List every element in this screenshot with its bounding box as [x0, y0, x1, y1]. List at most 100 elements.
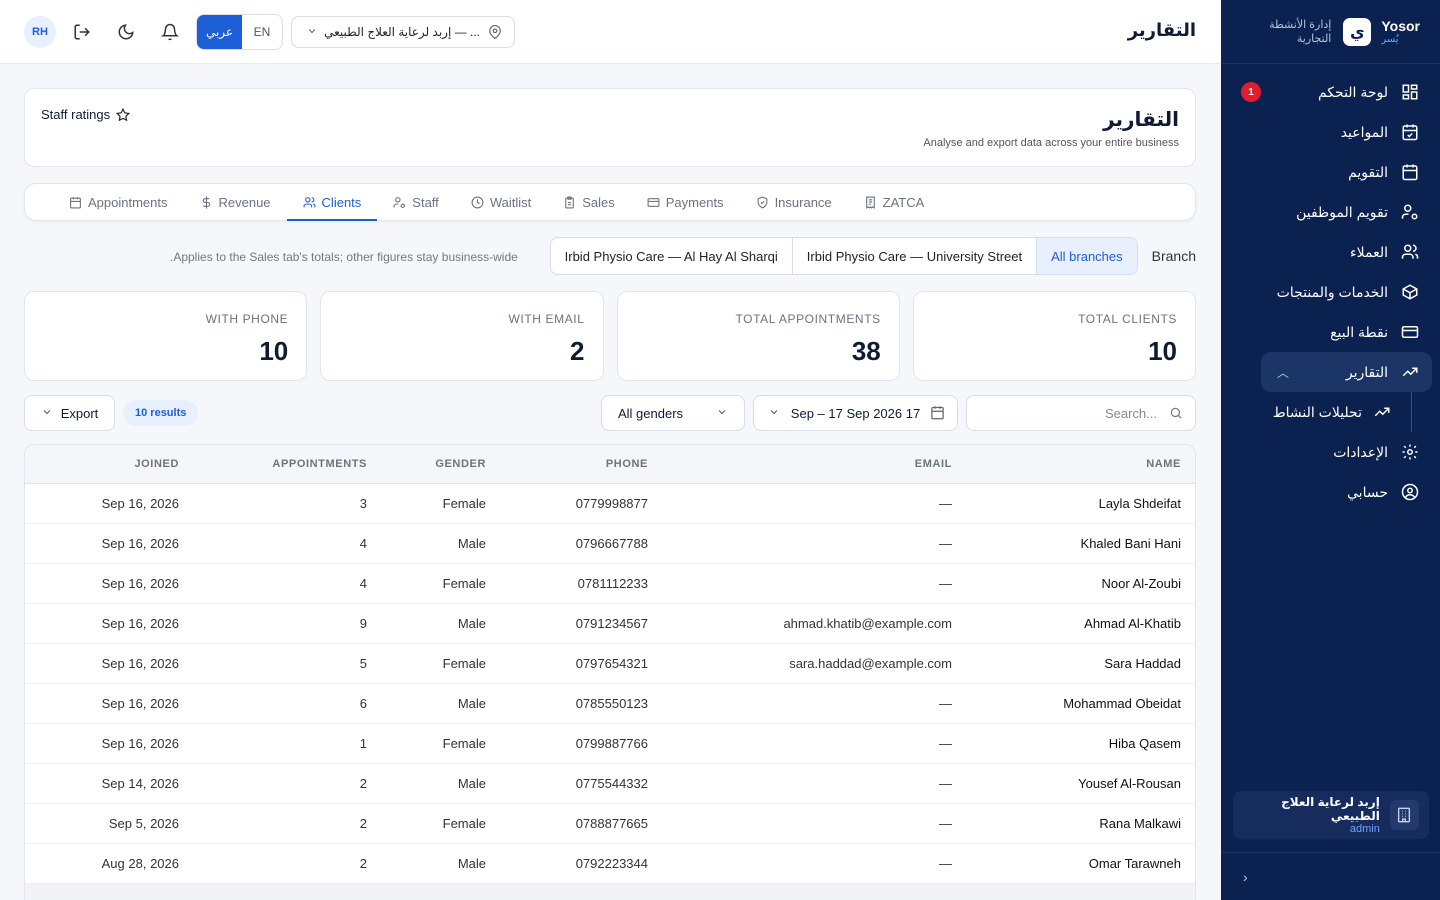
credit-card-icon	[647, 196, 660, 209]
moon-icon[interactable]	[114, 20, 138, 44]
search-input[interactable]	[977, 396, 1157, 430]
cell-appointments: 2	[193, 803, 381, 844]
totals-cell	[662, 883, 966, 900]
page-title: التقارير	[1127, 20, 1196, 40]
column-header-joined[interactable]: JOINED	[25, 445, 193, 484]
branch-card[interactable]: إربد لرعاية العلاج الطبيعي admin	[1233, 791, 1429, 839]
table-row[interactable]: Sep 5, 2026 2 Female 0788877665 — Rana M…	[25, 803, 1195, 844]
tab-appointments[interactable]: Appointments	[53, 184, 184, 220]
sidebar-item-appointments[interactable]: المواعيد	[1221, 112, 1440, 152]
sidebar-subitem-analytics[interactable]: تحليلات النشاط	[1221, 392, 1440, 432]
branch-info: إربد لرعاية العلاج الطبيعي admin	[1233, 795, 1380, 835]
cell-appointments: 4	[193, 523, 381, 564]
cell-email: —	[662, 563, 966, 604]
sidebar-item-staff-calendar[interactable]: تقويم الموظفين	[1221, 192, 1440, 232]
tab-label: Waitlist	[489, 194, 532, 210]
table-row[interactable]: Sep 16, 2026 3 Female 0779998877 — Layla…	[25, 483, 1195, 524]
staff-ratings-button[interactable]: Staff ratings	[41, 107, 131, 122]
brand-description: إدارة الأنشطة التجارية	[1269, 18, 1332, 45]
cell-appointments: 2	[193, 763, 381, 804]
stat-card-with-email: WITH EMAIL 2	[320, 291, 604, 381]
sidebar-item-account[interactable]: حسابي	[1221, 472, 1440, 512]
sidebar-item-label: التقويم	[1348, 163, 1388, 180]
totals-cell	[25, 883, 193, 900]
lang-english-button[interactable]: EN	[242, 15, 282, 49]
sidebar-item-calendar[interactable]: التقويم	[1221, 152, 1440, 192]
logout-icon[interactable]	[70, 20, 94, 44]
tab-clients[interactable]: Clients	[286, 184, 378, 221]
cell-name: Noor Al-Zoubi	[966, 563, 1195, 604]
tab-insurance[interactable]: Insurance	[740, 184, 848, 220]
tab-payments[interactable]: Payments	[631, 184, 740, 220]
cell-joined: Aug 28, 2026	[25, 843, 193, 884]
sidebar-item-pos[interactable]: نقطة البيع	[1221, 312, 1440, 352]
credit-card-icon	[1400, 322, 1420, 342]
branch-select[interactable]: إربد لرعاية العلاج الطبيعي — ...	[291, 16, 515, 48]
box-icon	[1400, 282, 1420, 302]
tab-label: Payments	[665, 194, 724, 210]
column-header-email[interactable]: EMAIL	[662, 445, 966, 484]
sidebar-item-label: تقويم الموظفين	[1296, 203, 1388, 220]
tab-label: Revenue	[218, 194, 271, 210]
export-label: Export	[60, 405, 99, 421]
tab-staff[interactable]: Staff	[377, 184, 455, 220]
cell-email: —	[662, 843, 966, 884]
column-header-appointments[interactable]: APPOINTMENTS	[193, 445, 381, 484]
cell-joined: Sep 16, 2026	[25, 563, 193, 604]
cell-joined: Sep 5, 2026	[25, 803, 193, 844]
filters-bar: Export 10 results All genders Sep – 17 S…	[24, 395, 1196, 431]
table-row[interactable]: Sep 16, 2026 4 Male 0796667788 — Khaled …	[25, 523, 1195, 564]
tab-label: Insurance	[774, 194, 832, 210]
table-row[interactable]: Aug 28, 2026 2 Male 0792223344 — Omar Ta…	[25, 843, 1195, 884]
branch-option-university[interactable]: Irbid Physio Care — University Street	[791, 238, 1036, 274]
cell-phone: 0796667788	[500, 523, 662, 564]
stat-value: 10	[1148, 336, 1177, 366]
stat-card-total-appointments: TOTAL APPOINTMENTS 38	[616, 291, 900, 381]
sidebar-item-dashboard[interactable]: 1 لوحة التحكم	[1221, 72, 1440, 112]
export-button[interactable]: Export	[24, 395, 115, 431]
table-row[interactable]: Sep 16, 2026 5 Female 0797654321 sara.ha…	[25, 643, 1195, 684]
staff-ratings-label: Staff ratings	[41, 107, 111, 122]
avatar[interactable]: RH	[24, 16, 56, 48]
cell-phone: 0797654321	[500, 643, 662, 684]
gender-select[interactable]: All genders	[601, 395, 745, 431]
sidebar-item-reports[interactable]: ︿ التقارير	[1261, 352, 1432, 392]
map-pin-icon	[488, 25, 502, 39]
branch-option-all[interactable]: All branches	[1036, 238, 1137, 274]
calendar-icon	[930, 405, 945, 420]
cell-gender: Female	[381, 563, 500, 604]
date-range-picker[interactable]: Sep – 17 Sep 2026 17	[753, 395, 958, 431]
bell-icon[interactable]	[158, 20, 182, 44]
tab-waitlist[interactable]: Waitlist	[455, 184, 547, 220]
table-row[interactable]: Sep 14, 2026 2 Male 0775544332 — Yousef …	[25, 763, 1195, 804]
branch-option-al-hay[interactable]: Irbid Physio Care — Al Hay Al Sharqi	[551, 238, 792, 274]
column-header-name[interactable]: NAME	[966, 445, 1195, 484]
cell-joined: Sep 16, 2026	[25, 523, 193, 564]
cell-phone: 0792223344	[500, 843, 662, 884]
table-row[interactable]: Sep 16, 2026 1 Female 0799887766 — Hiba …	[25, 723, 1195, 764]
table-row[interactable]: Sep 16, 2026 9 Male 0791234567 ahmad.kha…	[25, 603, 1195, 644]
table-row[interactable]: Sep 16, 2026 6 Male 0785550123 — Mohamma…	[25, 683, 1195, 724]
notification-badge: 1	[1241, 82, 1261, 102]
chevron-up-icon[interactable]: ︿	[1277, 364, 1289, 381]
tab-revenue[interactable]: Revenue	[184, 184, 287, 220]
sidebar-item-clients[interactable]: العملاء	[1221, 232, 1440, 272]
column-header-gender[interactable]: GENDER	[381, 445, 500, 484]
branch-filter-label: Branch	[1151, 248, 1196, 264]
cell-email: —	[662, 483, 966, 524]
cell-gender: Male	[381, 843, 500, 884]
tab-zatca[interactable]: ZATCA	[848, 184, 941, 220]
stat-card-total-clients: TOTAL CLIENTS 10	[912, 291, 1196, 381]
reports-title: التقارير	[1103, 109, 1179, 131]
stat-label: WITH EMAIL	[508, 312, 585, 326]
tab-sales[interactable]: Sales	[547, 184, 631, 220]
cell-name: Khaled Bani Hani	[966, 523, 1195, 564]
column-header-phone[interactable]: PHONE	[500, 445, 662, 484]
table-row[interactable]: Sep 16, 2026 4 Female 0781112233 — Noor …	[25, 563, 1195, 604]
cell-joined: Sep 16, 2026	[25, 683, 193, 724]
sidebar-item-services[interactable]: الخدمات والمنتجات	[1221, 272, 1440, 312]
sidebar-collapse-button[interactable]: ›	[1221, 852, 1440, 900]
sidebar-item-label: تحليلات النشاط	[1272, 403, 1362, 420]
sidebar-item-settings[interactable]: الإعدادات	[1221, 432, 1440, 472]
lang-arabic-button[interactable]: عربي	[197, 15, 242, 49]
